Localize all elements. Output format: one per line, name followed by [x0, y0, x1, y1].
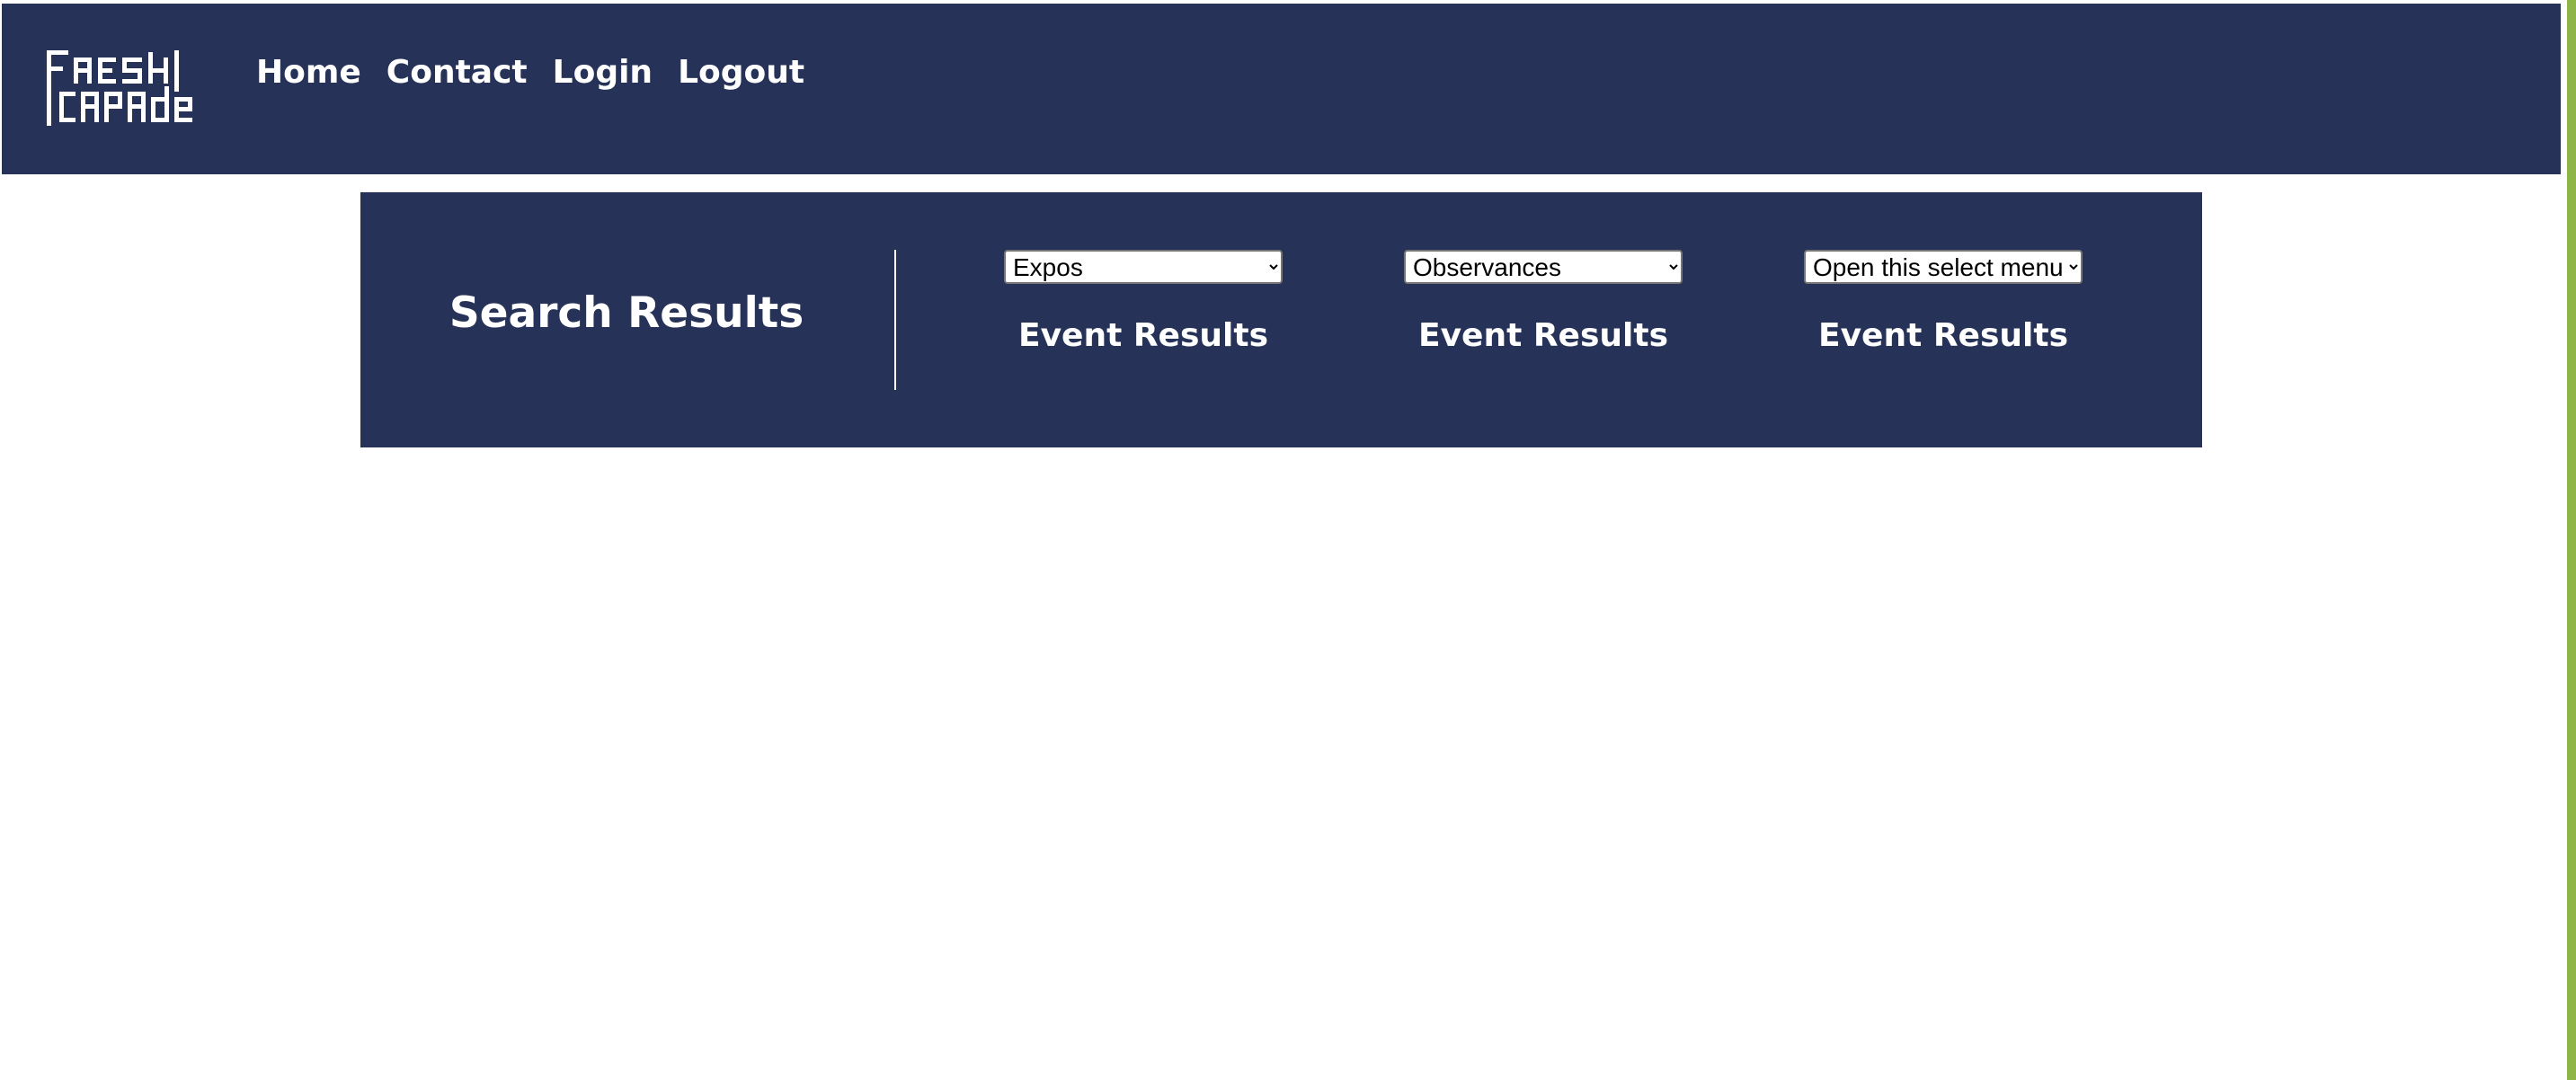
nav-contact-link[interactable]: Contact [386, 50, 528, 95]
vertical-divider [894, 250, 896, 390]
category-select-expos[interactable]: Expos [1004, 250, 1283, 284]
search-results-title: Search Results [449, 288, 804, 338]
brand-logo[interactable] [47, 50, 207, 126]
filter-column-observances: Observances Event Results [1364, 250, 1723, 357]
event-results-label: Event Results [1417, 317, 1668, 354]
search-results-panel: Search Results Expos Event Results Obser… [360, 192, 2202, 447]
filter-column-expos: Expos Event Results [964, 250, 1323, 357]
event-results-label: Event Results [1817, 317, 2068, 354]
category-select-default[interactable]: Open this select menu [1804, 250, 2083, 284]
main-nav: Home Contact Login Logout [256, 50, 804, 95]
nav-login-link[interactable]: Login [553, 50, 653, 95]
top-navbar: Home Contact Login Logout [2, 4, 2561, 174]
page: Home Contact Login Logout Search Results… [0, 0, 2576, 1080]
nav-home-link[interactable]: Home [256, 50, 361, 95]
nav-logout-link[interactable]: Logout [678, 50, 804, 95]
side-accent-bar [2567, 0, 2576, 1080]
category-select-observances[interactable]: Observances [1404, 250, 1683, 284]
scrollbar-gap [2561, 0, 2567, 1080]
fresh-capade-logo-icon [47, 50, 192, 126]
event-results-label: Event Results [1017, 317, 1268, 354]
filter-column-default: Open this select menu Event Results [1763, 250, 2123, 357]
